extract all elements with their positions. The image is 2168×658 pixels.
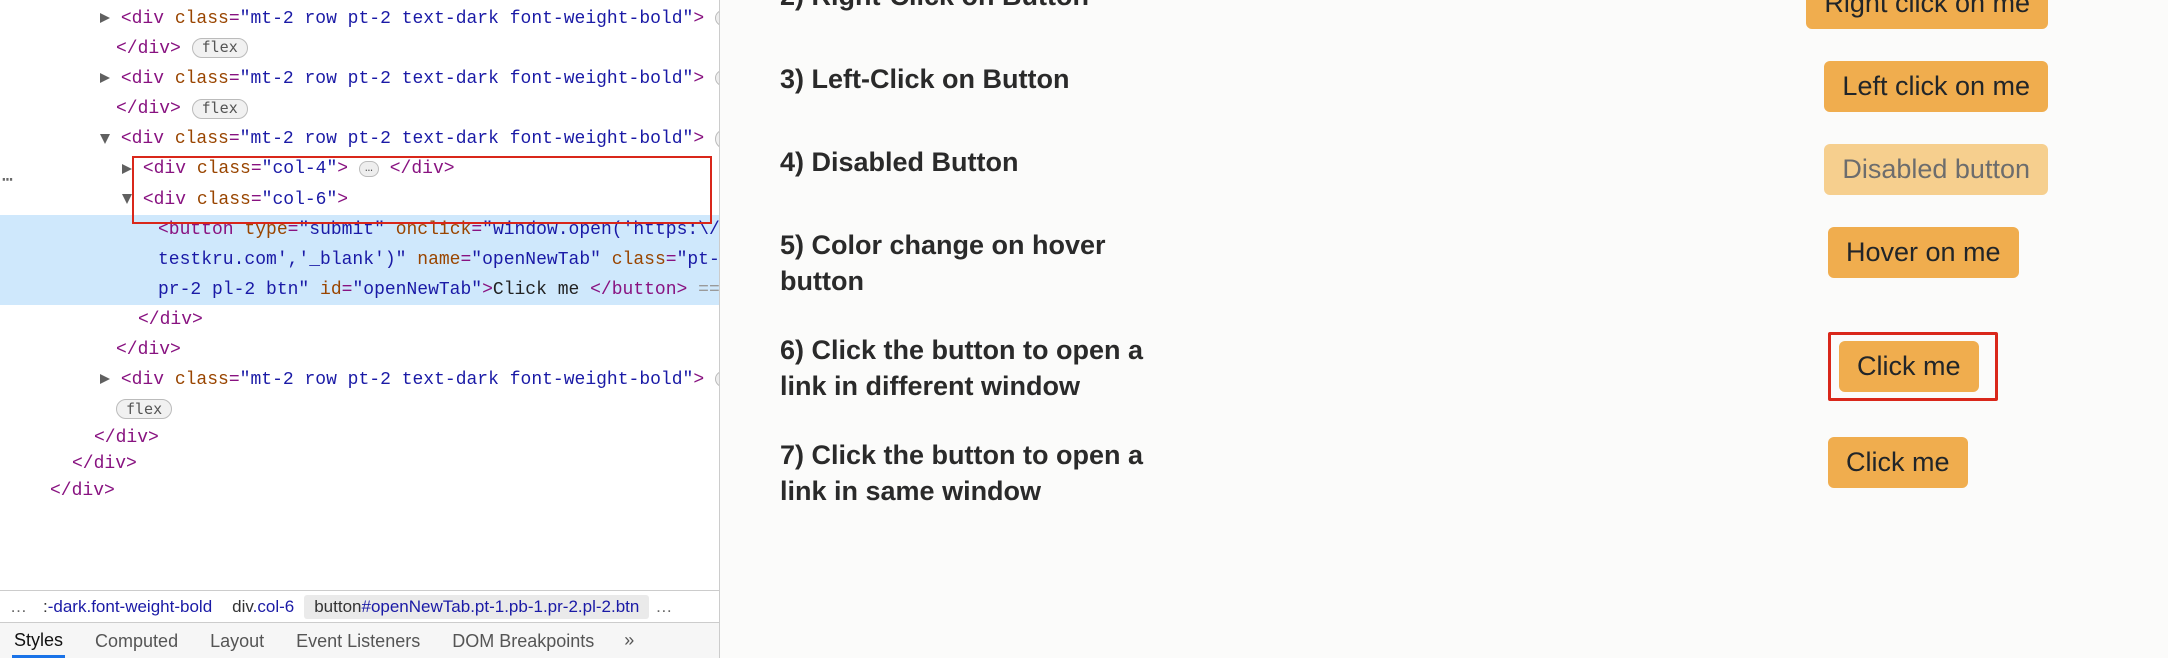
dom-node-expanded[interactable]: <div class="mt-2 row pt-2 text-dark font… [0,124,719,365]
attr-value: "openNewTab" [471,250,601,270]
close-tag: </div> [116,99,181,119]
ellipsis-pill-icon[interactable]: … [715,371,719,387]
close-tag: </div> [390,159,455,179]
open-same-window-button[interactable]: Click me [1828,437,1968,488]
list-item: 2) Right-Click on Button Right click on … [780,0,2048,29]
attr-value: mt-2 row pt-2 text-dark font-weight-bold [250,69,682,89]
item-label: 6) Click the button to open a link in di… [780,332,1160,405]
flex-badge[interactable]: flex [116,399,172,419]
disclosure-triangle-open-icon[interactable] [100,134,110,144]
attr-value: "window.open('https:\/\/www. [482,220,719,240]
item-label: 4) Disabled Button [780,144,1019,180]
dom-node[interactable]: <div class="mt-2 row pt-2 text-dark font… [0,365,719,425]
item-label: 7) Click the button to open a link in sa… [780,437,1160,510]
dom-node-selected[interactable]: <button type="submit" onclick="window.op… [0,215,719,305]
devtools-tabs: Styles Computed Layout Event Listeners D… [0,622,719,658]
dom-node[interactable]: <div class="mt-2 row pt-2 text-dark font… [0,64,719,124]
close-tag: </div> [116,340,181,360]
breadcrumb-overflow-left[interactable]: … [4,597,33,617]
dom-node[interactable]: <div class="mt-2 row pt-2 text-dark font… [0,4,719,64]
disclosure-triangle-open-icon[interactable] [122,194,132,204]
open-tag: <button [158,220,234,240]
open-new-tab-button[interactable]: Click me [1839,341,1979,392]
item-label: 2) Right-Click on Button [780,0,1089,14]
tabs-overflow-icon[interactable]: » [624,630,634,651]
close-tag: </div> [116,39,181,59]
disclosure-triangle-closed-icon[interactable] [100,13,110,23]
list-item: 5) Color change on hover button Hover on… [780,227,2048,300]
close-tag: </div> [94,428,159,448]
flex-badge[interactable]: flex [715,129,719,149]
item-label: 3) Left-Click on Button [780,61,1069,97]
attr-name: onclick [396,220,472,240]
list-item: 3) Left-Click on Button Left click on me [780,61,2048,112]
list-item: 6) Click the button to open a link in di… [780,332,2048,405]
attr-value: "openNewTab" [352,280,482,300]
breadcrumb-item[interactable]: div.col-6 [222,595,304,619]
disclosure-triangle-closed-icon[interactable] [100,73,110,83]
attr-value: mt-2 row pt-2 text-dark font-weight-bold [250,129,682,149]
close-tag: </button> [590,280,687,300]
breadcrumb[interactable]: … :-dark.font-weight-bold div.col-6 butt… [0,590,719,622]
attr-name: type [244,220,287,240]
attr-name: class [612,250,666,270]
ellipsis-pill-icon[interactable]: … [715,10,719,26]
tab-layout[interactable]: Layout [208,625,266,656]
attr-value: col-4 [272,159,326,179]
flex-badge[interactable]: flex [192,38,248,58]
tab-styles[interactable]: Styles [12,624,65,658]
breadcrumb-overflow-right[interactable]: … [649,597,678,617]
attr-value: mt-2 row pt-2 text-dark font-weight-bold [250,9,682,29]
highlighted-button-box: Click me [1828,332,1998,401]
attr-value: "submit" [298,220,384,240]
dom-node[interactable]: <div class="col-4"> … </div> [0,154,719,184]
close-tag: </div> [50,481,115,501]
ellipsis-pill-icon[interactable]: … [715,70,719,86]
attr-value: testkru.com','_blank')" [158,250,406,270]
tab-dom-breakpoints[interactable]: DOM Breakpoints [450,625,596,656]
dom-tree[interactable]: ⋯ <div class="mt-2 row pt-2 text-dark fo… [0,0,719,590]
attr-value: mt-2 row pt-2 text-dark font-weight-bold [250,370,682,390]
hover-button[interactable]: Hover on me [1828,227,2019,278]
attr-name: id [320,280,342,300]
breadcrumb-item[interactable]: :-dark.font-weight-bold [33,595,222,619]
dom-node-expanded[interactable]: <div class="col-6"> [0,185,719,215]
close-tag: </div> [138,310,203,330]
rendered-page: 2) Right-Click on Button Right click on … [720,0,2168,658]
ellipsis-pill-icon[interactable]: … [359,161,379,177]
tab-computed[interactable]: Computed [93,625,180,656]
disclosure-triangle-closed-icon[interactable] [100,374,110,384]
right-click-button[interactable]: Right click on me [1806,0,2048,29]
disclosure-triangle-closed-icon[interactable] [122,164,132,174]
breadcrumb-item-selected[interactable]: button#openNewTab.pt-1.pb-1.pr-2.pl-2.bt… [304,595,649,619]
attr-value: col-6 [272,190,326,210]
flex-badge[interactable]: flex [192,99,248,119]
disabled-button: Disabled button [1824,144,2048,195]
list-item: 7) Click the button to open a link in sa… [780,437,2048,510]
left-click-button[interactable]: Left click on me [1824,61,2048,112]
list-item: 4) Disabled Button Disabled button [780,144,2048,195]
text-node: Click me [493,280,590,300]
devtools-panel: ⋯ <div class="mt-2 row pt-2 text-dark fo… [0,0,720,658]
close-tag: </div> [72,454,137,474]
selected-node-indicator: == $0 [698,280,719,300]
attr-name: name [417,250,460,270]
tab-event-listeners[interactable]: Event Listeners [294,625,422,656]
item-label: 5) Color change on hover button [780,227,1160,300]
